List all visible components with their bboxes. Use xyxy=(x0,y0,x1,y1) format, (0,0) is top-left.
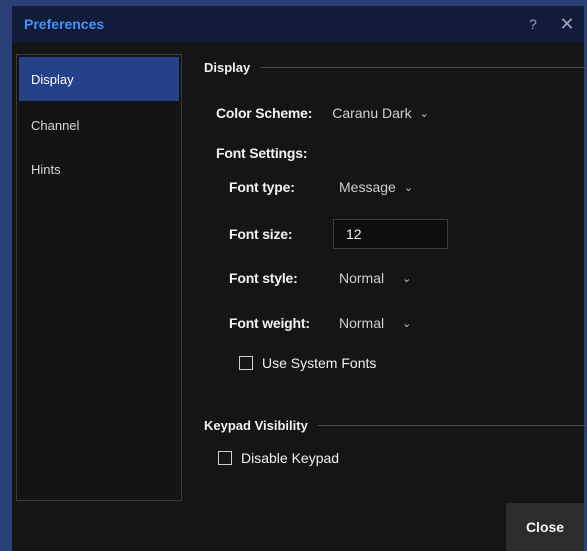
color-scheme-label: Color Scheme: xyxy=(216,105,313,121)
font-weight-label: Font weight: xyxy=(229,315,310,331)
sidebar-item-hints[interactable]: Hints xyxy=(17,147,181,191)
color-scheme-dropdown[interactable]: Caranu Dark ⌄ xyxy=(332,105,429,121)
section-divider xyxy=(260,67,587,68)
color-scheme-row: Color Scheme: Caranu Dark ⌄ xyxy=(216,105,429,121)
sidebar-item-label: Channel xyxy=(31,117,80,133)
font-settings-row: Font Settings: xyxy=(216,145,307,161)
chevron-down-icon: ⌄ xyxy=(403,181,414,194)
section-title: Keypad Visibility xyxy=(204,418,308,433)
window-title: Preferences xyxy=(24,16,105,32)
font-size-row: Font size: 12 xyxy=(229,219,448,249)
font-style-row: Font style: Normal ⌄ xyxy=(229,270,411,286)
font-weight-value: Normal xyxy=(339,315,385,331)
chevron-down-icon: ⌄ xyxy=(419,107,429,120)
font-style-value: Normal xyxy=(339,270,385,286)
preferences-dialog: Preferences ? ✕ Display Channel Hints Di… xyxy=(0,0,587,551)
section-title: Display xyxy=(204,60,251,75)
sidebar-item-label: Display xyxy=(31,71,74,87)
sidebar-item-channel[interactable]: Channel xyxy=(17,103,181,147)
title-bar-controls: ? ✕ xyxy=(516,7,584,41)
close-button[interactable]: Close xyxy=(506,503,584,551)
font-settings-label: Font Settings: xyxy=(216,145,308,161)
font-style-label: Font style: xyxy=(229,270,298,286)
font-weight-row: Font weight: Normal ⌄ xyxy=(229,315,411,331)
color-scheme-value: Caranu Dark xyxy=(332,105,412,121)
font-style-dropdown[interactable]: Normal ⌄ xyxy=(339,270,411,286)
font-type-row: Font type: Message ⌄ xyxy=(229,179,413,195)
sidebar-item-label: Hints xyxy=(31,161,61,177)
close-icon[interactable]: ✕ xyxy=(550,7,584,41)
use-system-fonts-row[interactable]: Use System Fonts xyxy=(239,355,376,371)
section-divider xyxy=(317,425,587,426)
disable-keypad-row[interactable]: Disable Keypad xyxy=(218,450,339,466)
disable-keypad-label: Disable Keypad xyxy=(241,450,340,466)
font-size-label: Font size: xyxy=(229,226,293,242)
use-system-fonts-checkbox[interactable] xyxy=(239,356,253,370)
help-icon[interactable]: ? xyxy=(516,7,550,41)
settings-panel: Display Color Scheme: Caranu Dark ⌄ Font… xyxy=(194,48,587,551)
font-weight-dropdown[interactable]: Normal ⌄ xyxy=(339,315,411,331)
use-system-fonts-label: Use System Fonts xyxy=(262,355,377,371)
font-type-value: Message xyxy=(339,179,396,195)
display-section-header: Display xyxy=(204,60,587,75)
title-bar: Preferences ? ✕ xyxy=(12,0,584,42)
sidebar-item-display[interactable]: Display xyxy=(19,57,179,101)
disable-keypad-checkbox[interactable] xyxy=(218,451,232,465)
font-type-label: Font type: xyxy=(229,179,295,195)
keypad-section-header: Keypad Visibility xyxy=(204,418,587,433)
chevron-down-icon: ⌄ xyxy=(402,317,412,330)
font-size-input[interactable]: 12 xyxy=(333,219,448,249)
sidebar: Display Channel Hints xyxy=(16,54,182,501)
chevron-down-icon: ⌄ xyxy=(402,272,412,285)
font-type-dropdown[interactable]: Message ⌄ xyxy=(339,179,413,195)
